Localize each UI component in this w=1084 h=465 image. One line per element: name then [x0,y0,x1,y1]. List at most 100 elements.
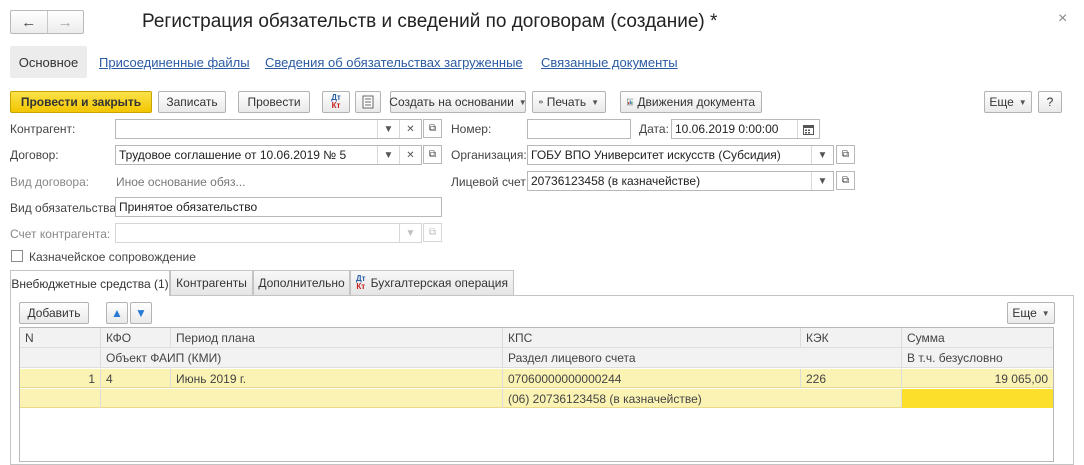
dt-kt-icon: Дт Кт [355,274,366,291]
clear-icon[interactable]: ✕ [399,146,421,164]
arrow-up-icon: ▲ [111,306,123,320]
clear-icon[interactable]: ✕ [399,120,421,138]
arrow-down-icon: ▼ [135,306,147,320]
account-label: Лицевой счет: [451,175,530,189]
movements-icon [627,98,634,106]
account-field[interactable]: 20736123458 (в казначействе) ▼ [527,171,834,191]
dropdown-icon[interactable]: ▼ [377,146,399,164]
back-button[interactable]: ← [11,11,47,33]
open-icon: ⧉ [428,149,437,160]
dt-kt-icon: Дт Кт [331,93,341,110]
chevron-down-icon: ▼ [518,97,527,107]
col-header-kfo[interactable]: КФО [101,328,171,348]
post-and-close-button[interactable]: Провести и закрыть [10,91,152,113]
tab-additional[interactable]: Дополнительно [253,270,350,295]
obligations-table[interactable]: N КФО Период плана КПС КЭК Сумма Объект … [19,327,1054,462]
cell-blank [20,389,101,408]
dt-kt-button[interactable]: Дт Кт [322,91,350,113]
open-organization-button[interactable]: ⧉ [836,145,855,164]
link-related-documents[interactable]: Связанные документы [541,55,678,70]
open-icon: ⧉ [841,175,850,186]
col-header-n[interactable]: N [20,328,101,348]
window-title: Регистрация обязательств и сведений по д… [142,11,718,32]
tab-counterparties[interactable]: Контрагенты [170,270,253,295]
calendar-icon[interactable] [797,120,819,138]
organization-value: ГОБУ ВПО Университет искусств (Субсидия) [531,148,781,162]
col-header-period[interactable]: Период плана [171,328,503,348]
arrow-left-icon: ← [21,13,37,31]
cell-sum[interactable]: 19 065,00 [902,369,1053,388]
col-header-unconditional[interactable]: В т.ч. безусловно [902,348,1053,368]
post-button[interactable]: Провести [238,91,310,113]
table-row[interactable]: 1 4 Июнь 2019 г. 07060000000000244 226 1… [20,369,1053,388]
open-icon: ⧉ [428,123,437,134]
open-account-button[interactable]: ⧉ [836,171,855,190]
tab-accounting-operation-label: Бухгалтерская операция [370,276,509,290]
link-loaded-obligations[interactable]: Сведения об обязательствах загруженные [265,55,523,70]
cell-n[interactable]: 1 [20,369,101,388]
treasury-checkbox[interactable] [11,250,23,262]
chevron-down-icon: ▼ [591,97,599,107]
add-row-button[interactable]: Добавить [19,302,89,324]
cell-kek[interactable]: 226 [801,369,902,388]
close-icon[interactable]: × [1058,10,1067,28]
cell-period[interactable]: Июнь 2019 г. [171,369,503,388]
move-up-button[interactable]: ▲ [106,302,128,324]
col-header-section[interactable]: Раздел лицевого счета [503,348,902,368]
link-attached-files[interactable]: Присоединенные файлы [99,55,250,70]
cell-object[interactable] [101,389,503,408]
nav-buttons: ← → [10,10,84,34]
col-header-kek[interactable]: КЭК [801,328,902,348]
contract-type-value: Иное основание обяз... [116,175,246,189]
obligation-type-value: Принятое обязательство [119,200,258,214]
col-header-object[interactable]: Объект ФАИП (КМИ) [101,348,503,368]
counterparty-field[interactable]: ▼ ✕ [115,119,422,139]
more-label: Еще [989,95,1014,109]
table-header-row-2: Объект ФАИП (КМИ) Раздел лицевого счета … [20,348,1053,368]
help-button[interactable]: ? [1038,91,1062,113]
organization-field[interactable]: ГОБУ ВПО Университет искусств (Субсидия)… [527,145,834,165]
tab-extrabudgetary[interactable]: Внебюджетные средства (1) [10,270,170,296]
date-value: 10.06.2019 0:00:00 [675,122,779,136]
open-counterparty-button[interactable]: ⧉ [423,119,442,138]
cell-section[interactable]: (06) 20736123458 (в казначействе) [503,389,902,408]
create-based-on-label: Создать на основании [389,95,514,109]
col-header-sum[interactable]: Сумма [902,328,1053,348]
col-header-kps[interactable]: КПС [503,328,801,348]
chevron-down-icon: ▼ [1018,97,1027,107]
dropdown-icon[interactable]: ▼ [377,120,399,138]
open-contract-button[interactable]: ⧉ [423,145,442,164]
contract-value: Трудовое соглашение от 10.06.2019 № 5 [119,148,347,162]
cell-kps[interactable]: 07060000000000244 [503,369,801,388]
forward-button[interactable]: → [46,11,84,33]
contract-type-label: Вид договора: [10,175,90,189]
document-list-icon [362,95,374,109]
open-counterparty-account-button: ⧉ [423,223,442,242]
save-button[interactable]: Записать [158,91,226,113]
document-movements-button[interactable]: Движения документа [620,91,762,113]
contract-field[interactable]: Трудовое соглашение от 10.06.2019 № 5 ▼ … [115,145,422,165]
contract-label: Договор: [10,148,59,162]
link-main[interactable]: Основное [10,46,87,78]
arrow-right-icon: → [57,13,73,31]
more-dropdown[interactable]: Еще ▼ [984,91,1032,113]
dropdown-icon[interactable]: ▼ [811,146,833,164]
table-more-dropdown[interactable]: Еще ▼ [1007,302,1055,324]
date-field[interactable]: 10.06.2019 0:00:00 [671,119,820,139]
number-label: Номер: [451,122,492,136]
dropdown-icon[interactable]: ▼ [811,172,833,190]
number-field[interactable] [527,119,631,139]
obligation-type-field[interactable]: Принятое обязательство [115,197,442,217]
treasury-label: Казначейское сопровождение [29,250,196,264]
account-value: 20736123458 (в казначействе) [531,174,701,188]
report-button[interactable] [355,91,381,113]
print-dropdown[interactable]: Печать ▼ [532,91,606,113]
table-more-label: Еще [1012,306,1037,320]
counterparty-label: Контрагент: [10,122,76,136]
cell-unconditional[interactable] [902,389,1053,408]
cell-kfo[interactable]: 4 [101,369,171,388]
move-down-button[interactable]: ▼ [130,302,152,324]
create-based-on-dropdown[interactable]: Создать на основании ▼ [389,91,527,113]
table-row-sub[interactable]: (06) 20736123458 (в казначействе) [20,389,1053,408]
tab-accounting-operation[interactable]: Дт Кт Бухгалтерская операция [350,270,514,295]
